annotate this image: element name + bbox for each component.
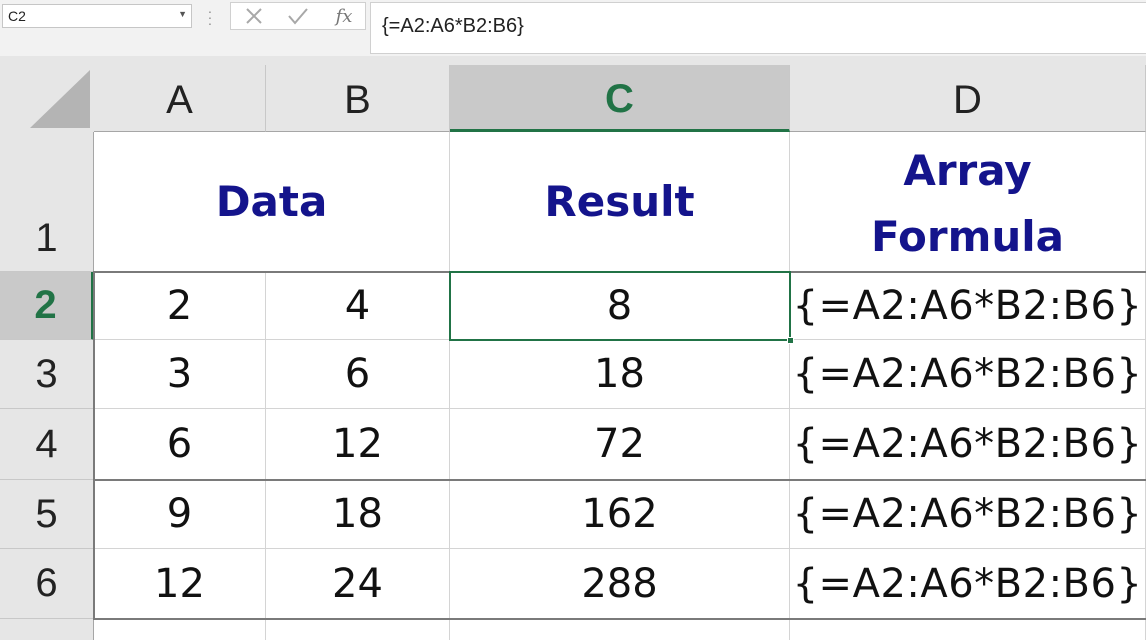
table-border-middle (94, 479, 1146, 481)
row-header-5[interactable]: 5 (0, 480, 94, 549)
row-header-6[interactable]: 6 (0, 549, 94, 619)
cell-a4[interactable]: 6 (94, 409, 266, 480)
table-border-top (94, 271, 1146, 273)
column-header-strip (94, 56, 1146, 65)
cell-c2[interactable]: 8 (450, 272, 790, 340)
cell-b3[interactable]: 6 (266, 340, 450, 409)
column-header-a[interactable]: A (94, 65, 266, 132)
worksheet-grid: A B C D 1 2 3 4 5 6 Data Result Array Fo… (0, 56, 1146, 640)
name-box-value: C2 (8, 8, 26, 24)
cell-b2[interactable]: 4 (266, 272, 450, 340)
cancel-icon[interactable] (239, 5, 269, 27)
cell-b5[interactable]: 18 (266, 480, 450, 549)
cell-c6[interactable]: 288 (450, 549, 790, 619)
cell-a3[interactable]: 3 (94, 340, 266, 409)
name-box[interactable]: C2 ▼ (2, 4, 192, 28)
cell-a5[interactable]: 9 (94, 480, 266, 549)
cell-d5[interactable]: {=A2:A6*B2:B6} (790, 480, 1146, 549)
fill-handle[interactable] (787, 337, 794, 344)
enter-check-icon[interactable] (283, 5, 313, 27)
column-header-d[interactable]: D (790, 65, 1146, 132)
formula-header-line2: Formula (871, 211, 1064, 261)
formula-header-line1: Array (903, 145, 1032, 195)
cell-c1-result-header[interactable]: Result (450, 132, 790, 272)
cell-a2[interactable]: 2 (94, 272, 266, 340)
cell-c7[interactable] (450, 619, 790, 640)
cell-c4[interactable]: 72 (450, 409, 790, 480)
cell-b4[interactable]: 12 (266, 409, 450, 480)
select-all-corner[interactable] (0, 56, 94, 132)
cell-a6[interactable]: 12 (94, 549, 266, 619)
formula-buttons: fx (230, 2, 366, 30)
cell-b7[interactable] (266, 619, 450, 640)
insert-function-button[interactable]: fx (329, 5, 359, 27)
column-header-c[interactable]: C (450, 65, 790, 132)
cell-d7[interactable] (790, 619, 1146, 640)
fx-icon: fx (335, 5, 353, 27)
grip-dots-icon[interactable]: · · · (205, 4, 215, 30)
cell-a7[interactable] (94, 619, 266, 640)
cell-b6[interactable]: 24 (266, 549, 450, 619)
cell-a1-data-header[interactable]: Data (94, 132, 450, 272)
column-header-b[interactable]: B (266, 65, 450, 132)
row-header-7[interactable] (0, 619, 94, 640)
dropdown-arrow-icon[interactable]: ▼ (178, 9, 187, 19)
row-header-1[interactable]: 1 (0, 132, 94, 272)
formula-bar: C2 ▼ · · · fx {=A2:A6*B2:B6} (0, 0, 1146, 56)
cell-d2[interactable]: {=A2:A6*B2:B6} (790, 272, 1146, 340)
table-border-bottom (94, 618, 1146, 620)
cell-d6[interactable]: {=A2:A6*B2:B6} (790, 549, 1146, 619)
cell-d3[interactable]: {=A2:A6*B2:B6} (790, 340, 1146, 409)
row-header-2[interactable]: 2 (0, 272, 94, 340)
formula-input[interactable]: {=A2:A6*B2:B6} (370, 2, 1146, 54)
row-header-3[interactable]: 3 (0, 340, 94, 409)
cell-d1-formula-header[interactable]: Array Formula (790, 132, 1146, 272)
table-border-left (93, 271, 95, 620)
row-header-4[interactable]: 4 (0, 409, 94, 480)
cell-c5[interactable]: 162 (450, 480, 790, 549)
cell-d4[interactable]: {=A2:A6*B2:B6} (790, 409, 1146, 480)
cell-c3[interactable]: 18 (450, 340, 790, 409)
